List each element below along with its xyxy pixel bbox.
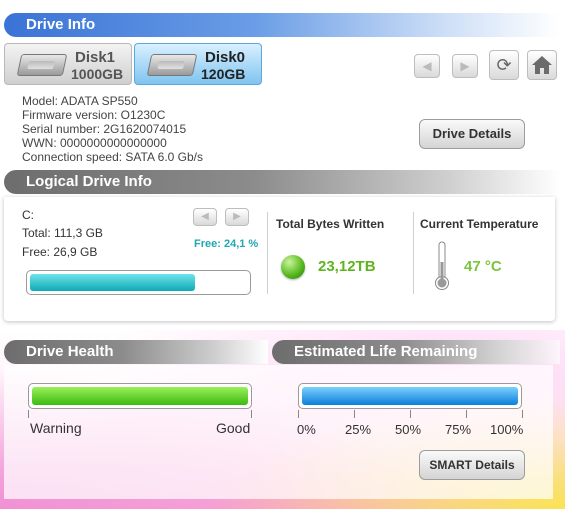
drive-info-header: Drive Info — [4, 13, 560, 37]
divider — [413, 212, 414, 294]
health-scale — [28, 410, 252, 418]
logical-drive-title: Logical Drive Info — [26, 173, 152, 190]
drive-connection-speed: Connection speed: SATA 6.0 Gb/s — [22, 150, 203, 164]
refresh-button[interactable]: ⟳ — [489, 50, 519, 80]
temperature-label: Current Temperature — [420, 217, 539, 231]
life-remaining-title: Estimated Life Remaining — [294, 343, 478, 360]
disk-tab-disk1[interactable]: Disk1 1000GB — [4, 43, 132, 85]
drive-serial: Serial number: 2G1620074015 — [22, 122, 187, 136]
drive-info-title: Drive Info — [26, 16, 96, 33]
temperature-value: 47 °C — [464, 258, 502, 275]
life-remaining-header: Estimated Life Remaining — [272, 340, 560, 364]
arrow-right-icon: ▶ — [460, 59, 470, 73]
life-tick — [354, 410, 355, 418]
free-percent: Free: 24,1 % — [194, 238, 259, 250]
health-bar-fill — [32, 387, 248, 405]
disk-size: 1000GB — [71, 66, 124, 82]
life-remaining-bar — [298, 383, 522, 409]
disk-name: Disk1 — [75, 49, 116, 66]
health-good-label: Good — [216, 420, 251, 436]
life-tick-marks — [298, 410, 523, 418]
drive-wwn: WWN: 0000000000000000 — [22, 136, 167, 150]
life-tick — [522, 410, 523, 418]
life-tick — [298, 410, 299, 418]
drive-model: Model: ADATA SP550 — [22, 94, 138, 108]
life-tick-label: 25% — [345, 422, 372, 437]
arrow-right-icon: ▶ — [233, 211, 241, 222]
total-size: Total: 111,3 GB — [22, 226, 103, 240]
drive-details-button[interactable]: Drive Details — [419, 119, 525, 149]
prev-partition-button[interactable]: ◀ — [193, 208, 217, 226]
smart-details-button[interactable]: SMART Details — [419, 450, 525, 480]
arrow-left-icon: ◀ — [422, 59, 432, 73]
next-partition-button[interactable]: ▶ — [225, 208, 249, 226]
logical-drive-header: Logical Drive Info — [4, 170, 560, 194]
tbw-label: Total Bytes Written — [276, 217, 385, 231]
drive-letter: C: — [22, 208, 34, 222]
life-tick — [410, 410, 411, 418]
usage-bar-fill — [30, 274, 195, 291]
life-tick-label: 0% — [297, 422, 316, 437]
prev-disk-button[interactable]: ◀ — [414, 54, 440, 78]
life-remaining-fill — [302, 387, 518, 405]
next-disk-button[interactable]: ▶ — [452, 54, 478, 78]
drive-health-title: Drive Health — [26, 343, 114, 360]
drive-icon — [16, 54, 68, 76]
refresh-icon: ⟳ — [496, 55, 512, 75]
divider — [267, 212, 268, 294]
usage-bar — [26, 270, 251, 295]
home-button[interactable] — [527, 50, 557, 80]
thermometer-icon — [435, 241, 449, 290]
life-tick — [466, 410, 467, 418]
life-tick-label: 50% — [395, 422, 422, 437]
disk-size: 120GB — [201, 66, 246, 82]
disk-name: Disk0 — [205, 49, 246, 66]
drive-firmware: Firmware version: O1230C — [22, 108, 166, 122]
arrow-left-icon: ◀ — [201, 211, 209, 222]
home-icon — [532, 56, 552, 74]
health-bar — [28, 383, 252, 409]
life-tick-label: 100% — [490, 422, 524, 437]
status-ok-icon — [281, 255, 305, 279]
health-warning-label: Warning — [30, 420, 82, 436]
tbw-value: 23,12TB — [318, 258, 376, 275]
life-tick-label: 75% — [445, 422, 472, 437]
free-size: Free: 26,9 GB — [22, 245, 98, 259]
drive-health-header: Drive Health — [4, 340, 268, 364]
disk-tab-disk0[interactable]: Disk0 120GB — [134, 43, 262, 85]
drive-icon — [146, 54, 198, 76]
